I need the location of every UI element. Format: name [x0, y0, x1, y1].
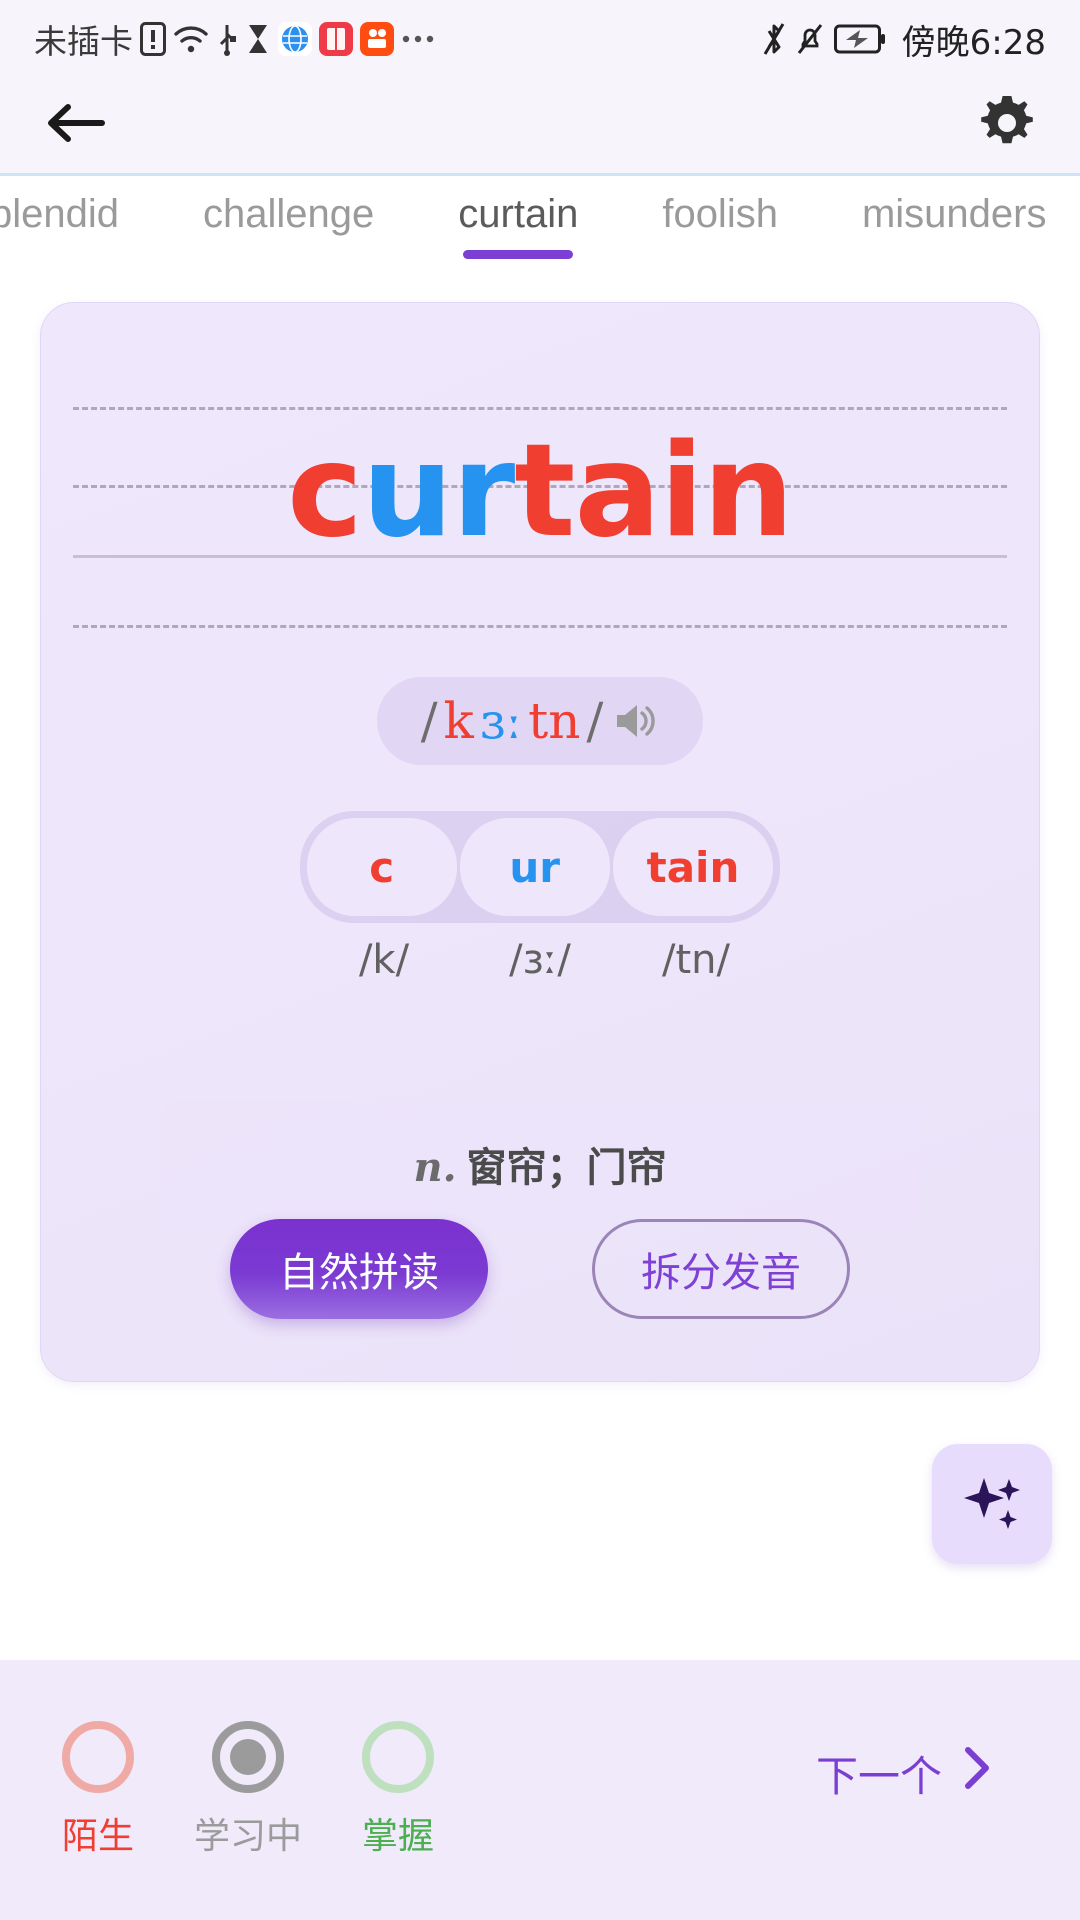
phonetic-part-2: ɜː	[479, 692, 523, 750]
tab-label: foolish	[662, 192, 778, 236]
sim-alert-icon	[140, 22, 166, 56]
notification-muted-icon	[796, 22, 824, 56]
settings-button[interactable]	[978, 94, 1036, 157]
status-mastered[interactable]: 掌握	[362, 1721, 434, 1859]
clock-label: 傍晚6:28	[901, 22, 1046, 63]
syllable-text: tain	[646, 842, 740, 892]
hourglass-icon	[245, 22, 271, 56]
definition-text: n. 窗帘；门帘	[171, 1135, 909, 1193]
browser-app-icon	[278, 22, 312, 56]
phonetic-row: / k ɜː tn /	[41, 677, 1039, 765]
radio-learning-selected-icon	[212, 1721, 285, 1793]
tab-curtain[interactable]: curtain	[416, 192, 620, 259]
status-bar-right: 傍晚6:28	[762, 15, 1046, 64]
tab-label: plendid	[0, 192, 120, 236]
syllable-text: ur	[509, 842, 560, 892]
next-word-button[interactable]: 下一个	[816, 1743, 994, 1804]
guide-line-bottom	[73, 625, 1007, 628]
gear-icon	[978, 94, 1036, 157]
bottom-bar: 陌生 学习中 掌握 下一个	[0, 1660, 1080, 1920]
tab-foolish[interactable]: foolish	[620, 192, 820, 237]
arrow-left-icon	[44, 100, 106, 151]
word-tab-bar[interactable]: plendid challenge curtain foolish misund…	[0, 176, 1080, 288]
book-app-icon	[319, 22, 353, 56]
word-display-area: curtain	[73, 395, 1007, 628]
phoneme-label-row: /k/ /ɜː/ /tn/	[41, 937, 1039, 983]
status-label: 陌生	[62, 1816, 135, 1857]
speaker-icon[interactable]	[613, 700, 659, 742]
status-label: 掌握	[362, 1816, 435, 1857]
definition-meaning: 窗帘；门帘	[466, 1145, 667, 1191]
radio-dot	[230, 1739, 267, 1775]
status-label: 学习中	[194, 1816, 303, 1857]
tab-splendid[interactable]: plendid	[0, 192, 161, 237]
wifi-icon	[173, 24, 209, 54]
bluetooth-icon	[762, 21, 786, 57]
word-segment-4: ain	[574, 417, 793, 566]
usb-icon	[216, 22, 238, 56]
syllable-chip-track: c ur tain	[299, 811, 781, 923]
syllable-text: c	[369, 842, 395, 892]
phoneme-label-1: /k/	[358, 937, 410, 983]
word-segment-3: t	[514, 417, 575, 566]
chevron-right-icon	[960, 1744, 994, 1802]
card-action-row: 自然拼读 拆分发音	[41, 1219, 1039, 1319]
phonetic-part-1: k	[443, 692, 474, 750]
word-card: curtain / k ɜː tn / c ur tain /k/ /ɜː/ /…	[40, 302, 1040, 1382]
guide-line-top	[73, 407, 1007, 410]
syllable-chip-row: c ur tain	[41, 811, 1039, 923]
radio-mastered-icon	[362, 1721, 435, 1793]
phonetic-pill-button[interactable]: / k ɜː tn /	[376, 677, 704, 765]
battery-charging-icon	[833, 24, 886, 54]
card-container: curtain / k ɜː tn / c ur tain /k/ /ɜː/ /…	[0, 288, 1080, 1660]
phonetic-open-slash: /	[420, 692, 438, 750]
status-bar-left: 未插卡	[34, 15, 435, 63]
phonetic-close-slash: /	[586, 692, 604, 750]
app-screen: 未插卡 傍晚6:28 plendid challenge curtain foo…	[0, 0, 1080, 1920]
status-learning[interactable]: 学习中	[194, 1721, 302, 1859]
app-bar	[0, 78, 1080, 176]
more-icon	[401, 33, 435, 45]
phonetic-part-3: tn	[528, 692, 581, 750]
status-bar: 未插卡 傍晚6:28	[0, 0, 1080, 78]
tab-label: curtain	[458, 192, 579, 236]
phoneme-label-2: /ɜː/	[509, 937, 571, 983]
word-text[interactable]: curtain	[73, 423, 1007, 561]
part-of-speech-label: n.	[413, 1144, 457, 1191]
word-segment-2: ur	[362, 417, 515, 566]
syllable-chip-2[interactable]: ur	[459, 818, 610, 916]
radio-unfamiliar-icon	[62, 1721, 134, 1793]
learning-status-group: 陌生 学习中 掌握	[62, 1721, 434, 1859]
phoneme-label-3: /tn/	[662, 937, 730, 983]
definition-box: n. 窗帘；门帘	[161, 1101, 919, 1227]
tab-label: misunders	[861, 192, 1047, 236]
tab-label: challenge	[203, 192, 375, 236]
syllable-chip-3[interactable]: tain	[612, 818, 774, 916]
status-unfamiliar[interactable]: 陌生	[62, 1721, 134, 1859]
ai-assistant-button[interactable]	[932, 1444, 1052, 1564]
tab-misunderstand[interactable]: misunders	[820, 192, 1080, 237]
word-segment-1: c	[287, 417, 363, 566]
tab-active-indicator	[463, 250, 574, 259]
natural-phonics-button[interactable]: 自然拼读	[230, 1219, 488, 1319]
syllable-chip-1[interactable]: c	[306, 818, 457, 916]
video-app-icon	[360, 22, 394, 56]
split-pronunciation-button[interactable]: 拆分发音	[592, 1219, 850, 1319]
next-label: 下一个	[815, 1751, 942, 1801]
back-button[interactable]	[44, 100, 106, 151]
sim-status-label: 未插卡	[34, 22, 133, 61]
tab-challenge[interactable]: challenge	[161, 192, 416, 237]
sparkle-icon	[956, 1466, 1028, 1543]
